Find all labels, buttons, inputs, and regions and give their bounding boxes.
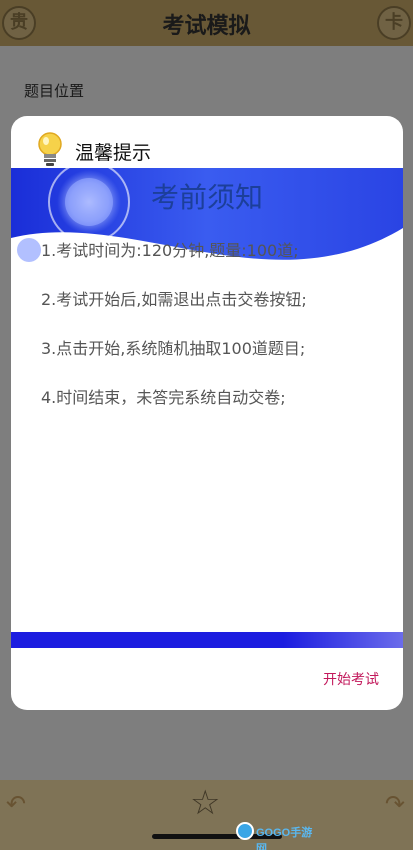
watermark-logo-icon bbox=[236, 822, 254, 840]
rule-item: 4.时间结束，未答完系统自动交卷; bbox=[41, 388, 286, 407]
watermark-text: GOGO手游网 bbox=[256, 827, 313, 850]
lightbulb-icon bbox=[38, 132, 62, 166]
dialog-header: 温馨提示 bbox=[11, 116, 403, 168]
rule-item: 3.点击开始,系统随机抽取100道题目; bbox=[41, 339, 306, 358]
rules-list: 1.考试时间为:120分钟,题量:100道; 2.考试开始后,如需退出点击交卷按… bbox=[41, 240, 391, 436]
notice-heading: 考前须知 bbox=[150, 181, 263, 214]
rule-item: 1.考试时间为:120分钟,题量:100道; bbox=[41, 241, 299, 260]
dialog-title: 温馨提示 bbox=[75, 142, 152, 164]
rule-item: 2.考试开始后,如需退出点击交卷按钮; bbox=[41, 290, 307, 309]
notice-dialog: 温馨提示 考前须知 1.考试时间为:120分钟,题量:100道; 2.考试开始后… bbox=[11, 116, 403, 710]
divider-strip bbox=[11, 632, 403, 648]
start-exam-button[interactable]: 开始考试 bbox=[323, 669, 379, 689]
watermark: GOGO手游网 bbox=[236, 820, 316, 850]
